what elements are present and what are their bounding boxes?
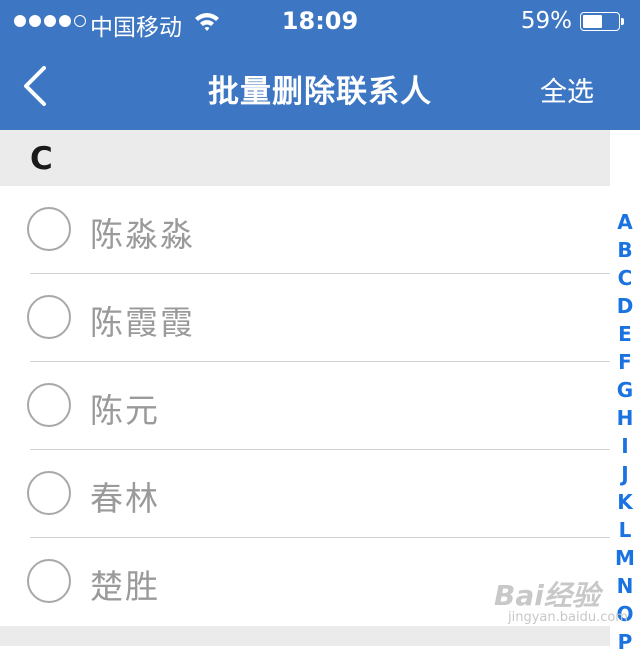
radio-unchecked-icon[interactable] (27, 295, 71, 339)
contact-row[interactable]: 春林 (0, 450, 610, 538)
index-letter-c[interactable]: C (618, 264, 633, 292)
battery-icon (580, 12, 624, 31)
watermark-logo: Bai经验 (494, 579, 600, 612)
navigation-bar: 批量删除联系人 全选 (0, 44, 640, 130)
index-letter-i[interactable]: I (621, 432, 628, 460)
baidu-jingyan-watermark: Bai经验 jingyan.baidu.com (488, 570, 628, 630)
contact-row[interactable]: 陈元 (0, 362, 610, 450)
contact-name: 陈霞霞 (90, 303, 195, 342)
radio-unchecked-icon[interactable] (27, 471, 71, 515)
contact-name: 春林 (90, 479, 160, 518)
section-header: C (0, 130, 610, 186)
radio-unchecked-icon[interactable] (27, 383, 71, 427)
index-letter-h[interactable]: H (617, 404, 634, 432)
contact-name: 楚胜 (90, 567, 160, 606)
contact-list[interactable]: C 陈淼淼 陈霞霞 陈元 春林 楚胜 (0, 130, 610, 646)
index-letter-b[interactable]: B (617, 236, 632, 264)
index-letter-d[interactable]: D (617, 292, 634, 320)
index-letter-g[interactable]: G (617, 376, 633, 404)
index-letter-a[interactable]: A (617, 208, 632, 236)
index-letter-f[interactable]: F (618, 348, 632, 376)
index-letter-m[interactable]: M (615, 544, 635, 572)
battery-tip (621, 18, 624, 25)
radio-unchecked-icon[interactable] (27, 207, 71, 251)
contact-name: 陈淼淼 (90, 215, 195, 254)
index-letter-p[interactable]: P (618, 628, 633, 656)
battery-fill (583, 15, 602, 28)
index-letter-e[interactable]: E (618, 320, 632, 348)
index-letter-k[interactable]: K (617, 488, 633, 516)
index-letter-l[interactable]: L (619, 516, 632, 544)
contact-name: 陈元 (90, 391, 160, 430)
index-letter-n[interactable]: N (617, 572, 634, 600)
select-all-button[interactable]: 全选 (540, 70, 594, 109)
contact-row[interactable]: 陈淼淼 (0, 186, 610, 274)
contact-row[interactable]: 陈霞霞 (0, 274, 610, 362)
index-letter-j[interactable]: J (621, 460, 628, 488)
watermark-url: jingyan.baidu.com (508, 610, 628, 625)
alphabet-index-bar[interactable]: ABCDEFGHIJKLMNOP (610, 208, 640, 656)
battery-percentage: 59% (520, 8, 572, 34)
radio-unchecked-icon[interactable] (27, 559, 71, 603)
status-bar: 中国移动 18:09 59% (0, 0, 640, 44)
